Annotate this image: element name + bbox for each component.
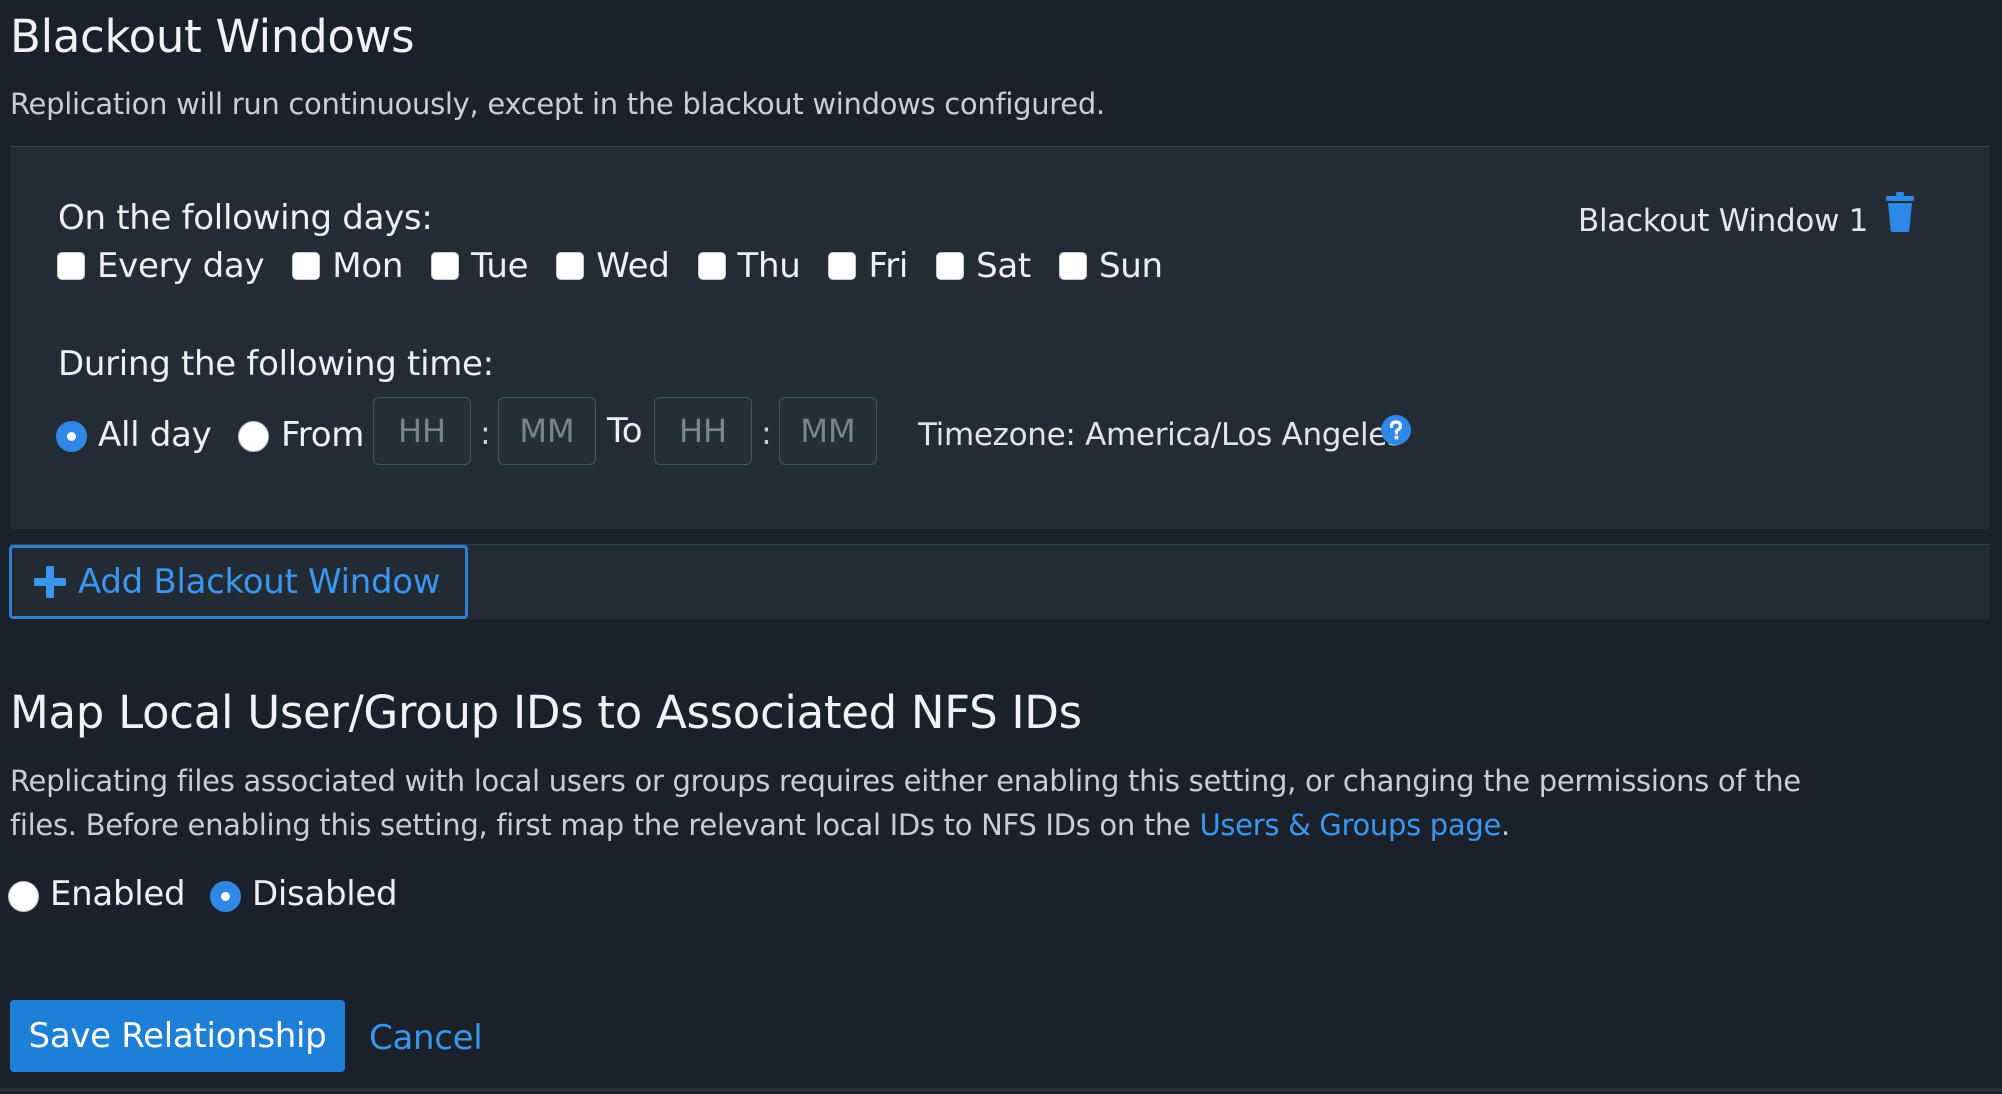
- from-radio[interactable]: [238, 421, 269, 452]
- add-blackout-window-label: Add Blackout Window: [78, 562, 441, 602]
- checkbox[interactable]: [1058, 252, 1087, 280]
- checkbox[interactable]: [828, 252, 857, 280]
- page: Blackout Windows Replication will run co…: [0, 0, 2002, 1094]
- day-wed[interactable]: Wed: [556, 249, 670, 283]
- day-checkboxes: Every day Mon Tue Wed Thu Fri Sat Sun: [57, 249, 1191, 283]
- day-sat[interactable]: Sat: [936, 249, 1031, 283]
- from-hour-input[interactable]: [373, 397, 471, 465]
- day-tue[interactable]: Tue: [431, 249, 529, 283]
- day-fri[interactable]: Fri: [828, 249, 908, 283]
- day-sun[interactable]: Sun: [1058, 249, 1163, 283]
- day-every-day[interactable]: Every day: [57, 249, 265, 283]
- enabled-label: Enabled: [50, 874, 186, 914]
- day-thu[interactable]: Thu: [697, 249, 801, 283]
- plus-icon: [34, 566, 66, 598]
- to-label: To: [607, 411, 643, 451]
- trash-icon[interactable]: [1885, 192, 1915, 232]
- question-circle-icon[interactable]: [1381, 415, 1411, 445]
- cancel-link[interactable]: Cancel: [369, 1018, 483, 1058]
- checkbox[interactable]: [431, 252, 460, 280]
- from-minute-input[interactable]: [498, 397, 596, 465]
- blackout-window-name: Blackout Window 1: [1578, 203, 1869, 239]
- bottom-divider: [0, 1088, 2002, 1091]
- from-label: From: [281, 415, 365, 455]
- users-groups-link[interactable]: Users & Groups page: [1199, 808, 1501, 842]
- checkbox[interactable]: [292, 252, 321, 280]
- checkbox[interactable]: [936, 252, 965, 280]
- nfs-title: Map Local User/Group IDs to Associated N…: [10, 686, 1082, 739]
- blackout-title: Blackout Windows: [10, 10, 415, 63]
- time-colon: :: [761, 414, 772, 452]
- to-minute-input[interactable]: [779, 397, 877, 465]
- time-colon: :: [480, 414, 491, 452]
- blackout-description: Replication will run continuously, excep…: [10, 87, 1105, 121]
- checkbox[interactable]: [697, 252, 726, 280]
- to-hour-input[interactable]: [654, 397, 752, 465]
- add-blackout-window-button[interactable]: Add Blackout Window: [9, 545, 468, 619]
- all-day-label: All day: [98, 415, 212, 455]
- save-relationship-button[interactable]: Save Relationship: [10, 1000, 345, 1072]
- checkbox[interactable]: [556, 252, 585, 280]
- day-mon[interactable]: Mon: [292, 249, 403, 283]
- checkbox[interactable]: [57, 252, 85, 280]
- all-day-radio[interactable]: [56, 421, 87, 452]
- enabled-radio[interactable]: [8, 881, 39, 912]
- disabled-label: Disabled: [252, 874, 398, 914]
- time-label: During the following time:: [58, 344, 494, 384]
- nfs-description-line1: Replicating files associated with local …: [10, 764, 1801, 798]
- days-label: On the following days:: [58, 198, 433, 238]
- timezone-label: Timezone: America/Los Angeles: [918, 417, 1403, 453]
- disabled-radio[interactable]: [210, 881, 241, 912]
- nfs-description-line2: files. Before enabling this setting, fir…: [10, 808, 1510, 842]
